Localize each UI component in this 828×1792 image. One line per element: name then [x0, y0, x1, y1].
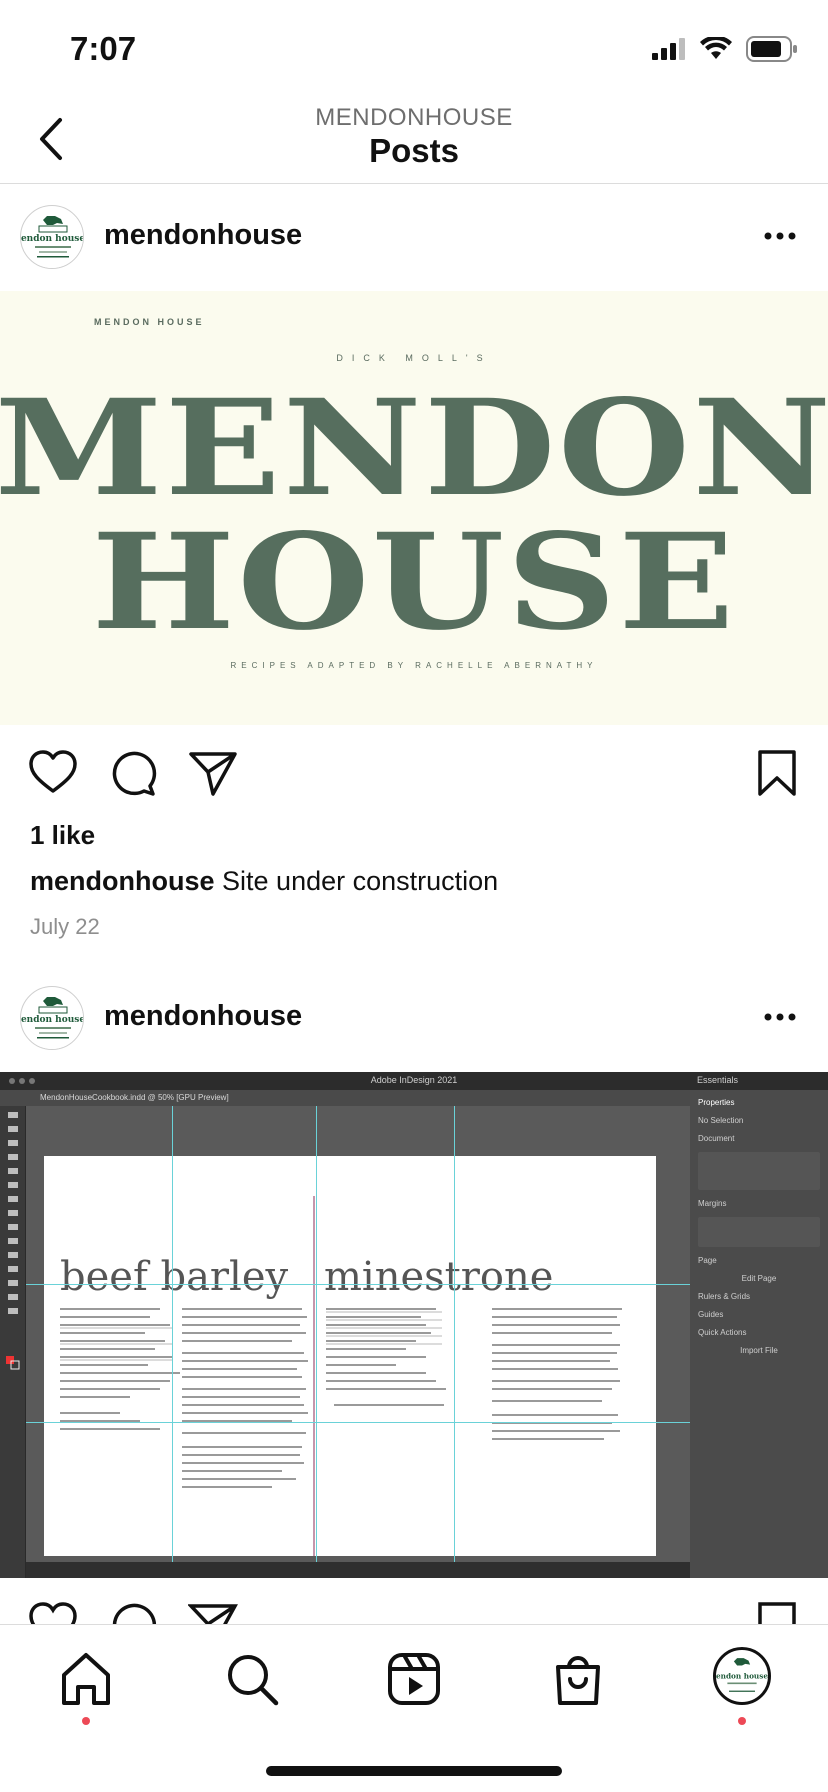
workspace-label: Essentials — [696, 1075, 738, 1085]
app-titlebar: Adobe InDesign 2021 Essentials — [0, 1072, 828, 1090]
svg-text:endon house: endon house — [21, 234, 84, 244]
panel-item: Guides — [698, 1310, 724, 1319]
post-date: July 22 — [30, 914, 100, 939]
mendon-house-logo-icon: endon house — [21, 988, 84, 1049]
panel-item: Import File — [740, 1346, 778, 1355]
panel-item: Document — [698, 1134, 735, 1143]
spread-page: beef barley minestrone — [44, 1156, 656, 1556]
image-subtitle-bottom: RECIPES ADAPTED BY RACHELLE ABERNATHY — [230, 661, 598, 670]
home-notification-dot — [82, 1717, 90, 1725]
status-time: 7:07 — [70, 30, 137, 67]
panel-item: Properties — [698, 1098, 735, 1107]
document-canvas: beef barley minestrone — [26, 1106, 690, 1562]
post-actions — [0, 726, 828, 816]
svg-text:endon house: endon house — [716, 1671, 768, 1680]
caption-username[interactable]: mendonhouse — [30, 866, 215, 896]
toolbar-icons — [6, 1112, 20, 1370]
image-title-line-2: HOUSE — [91, 505, 737, 660]
avatar[interactable]: endon house — [20, 205, 84, 269]
page-text-lines — [60, 1196, 622, 1556]
battery-icon — [746, 36, 797, 62]
reels-icon[interactable] — [384, 1649, 444, 1709]
guide-line — [26, 1422, 690, 1423]
panel-item: Quick Actions — [698, 1328, 747, 1337]
mendon-house-logo-icon: endon house — [716, 1650, 768, 1702]
avatar[interactable]: endon house — [20, 986, 84, 1050]
image-title-line-1: MENDON — [0, 371, 828, 526]
profile-notification-dot — [738, 1717, 746, 1725]
panel-item: No Selection — [698, 1116, 744, 1125]
more-options-icon[interactable] — [762, 221, 798, 251]
profile-avatar-tab[interactable]: endon house — [713, 1647, 771, 1705]
mendon-house-logo-icon: endon house — [21, 207, 84, 268]
margins-fields — [698, 1217, 820, 1247]
post-actions — [0, 1578, 828, 1628]
page-header: MENDONHOUSE Posts — [0, 96, 828, 184]
share-paper-plane-icon[interactable] — [188, 748, 238, 798]
status-icons — [652, 36, 798, 62]
post-image-indesign-screenshot[interactable]: Adobe InDesign 2021 Essentials MendonHou… — [0, 1072, 828, 1578]
save-bookmark-icon[interactable] — [752, 748, 802, 798]
svg-text:endon house: endon house — [21, 1015, 84, 1025]
shop-bag-icon[interactable] — [548, 1649, 608, 1709]
properties-panel: Properties No Selection Document Margins… — [690, 1090, 828, 1578]
brand-small-text: MENDON HOUSE — [94, 317, 205, 327]
wifi-icon — [700, 37, 732, 59]
home-icon[interactable] — [56, 1649, 116, 1709]
guide-line — [454, 1106, 455, 1562]
more-options-icon[interactable] — [762, 1002, 798, 1032]
comment-bubble-icon[interactable] — [108, 748, 158, 798]
status-strip — [26, 1562, 690, 1578]
guide-line — [172, 1106, 173, 1562]
search-icon[interactable] — [222, 1649, 282, 1709]
document-tab: MendonHouseCookbook.indd @ 50% [GPU Prev… — [0, 1090, 690, 1106]
post-caption: mendonhouse Site under construction — [30, 866, 498, 897]
guide-line — [316, 1106, 317, 1562]
status-bar: 7:07 — [0, 0, 828, 96]
image-subtitle-top: DICK MOLL'S — [336, 353, 492, 363]
home-indicator — [266, 1766, 562, 1776]
panel-item: Page — [698, 1256, 717, 1265]
document-fields — [698, 1152, 820, 1190]
tools-panel — [0, 1106, 26, 1578]
page-title: Posts — [369, 132, 459, 169]
post-username[interactable]: mendonhouse — [104, 1000, 302, 1033]
post-header: endon house mendonhouse — [0, 185, 828, 291]
panel-item: Rulers & Grids — [698, 1292, 751, 1301]
like-count[interactable]: 1 like — [30, 820, 95, 851]
post-header: endon house mendonhouse — [0, 966, 828, 1072]
panel-item: Edit Page — [741, 1274, 777, 1283]
header-account-name: MENDONHOUSE — [315, 104, 513, 131]
guide-line — [26, 1284, 690, 1285]
panel-item: Margins — [698, 1199, 727, 1208]
cellular-signal-icon — [652, 38, 685, 60]
post-username[interactable]: mendonhouse — [104, 219, 302, 252]
caption-text: Site under construction — [222, 866, 499, 896]
post-image-mendon-house[interactable]: MENDON HOUSE DICK MOLL'S MENDON HOUSE RE… — [0, 291, 828, 725]
like-heart-icon[interactable] — [28, 748, 78, 798]
